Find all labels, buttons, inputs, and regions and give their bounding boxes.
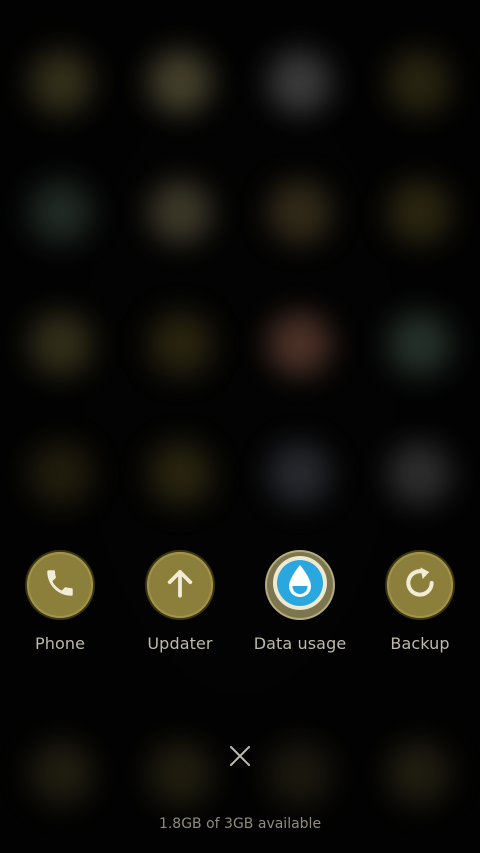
close-button[interactable] bbox=[222, 740, 258, 776]
refresh-icon bbox=[400, 563, 440, 607]
updater-shortcut[interactable]: Updater bbox=[120, 552, 240, 653]
phone-icon bbox=[43, 566, 77, 604]
water-drop-icon bbox=[272, 555, 328, 615]
data-usage-shortcut-label: Data usage bbox=[253, 634, 347, 653]
phone-shortcut-button[interactable] bbox=[27, 552, 93, 618]
close-icon bbox=[229, 745, 251, 771]
shortcut-row: Phone Updater Data usage Backup bbox=[0, 552, 480, 662]
backup-shortcut-button[interactable] bbox=[387, 552, 453, 618]
data-usage-shortcut[interactable]: Data usage bbox=[240, 552, 360, 653]
updater-shortcut-button[interactable] bbox=[147, 552, 213, 618]
phone-shortcut-label: Phone bbox=[34, 634, 86, 653]
memory-status-text: 1.8GB of 3GB available bbox=[158, 816, 322, 832]
backup-shortcut[interactable]: Backup bbox=[360, 552, 480, 653]
arrow-up-icon bbox=[161, 564, 199, 606]
backup-shortcut-label: Backup bbox=[390, 634, 450, 653]
updater-shortcut-label: Updater bbox=[147, 634, 213, 653]
background-vignette bbox=[0, 0, 480, 853]
phone-shortcut[interactable]: Phone bbox=[0, 552, 120, 653]
recent-apps-screen: Phone Updater Data usage Backup 1.8GB of… bbox=[0, 0, 480, 853]
data-usage-shortcut-button[interactable] bbox=[267, 552, 333, 618]
